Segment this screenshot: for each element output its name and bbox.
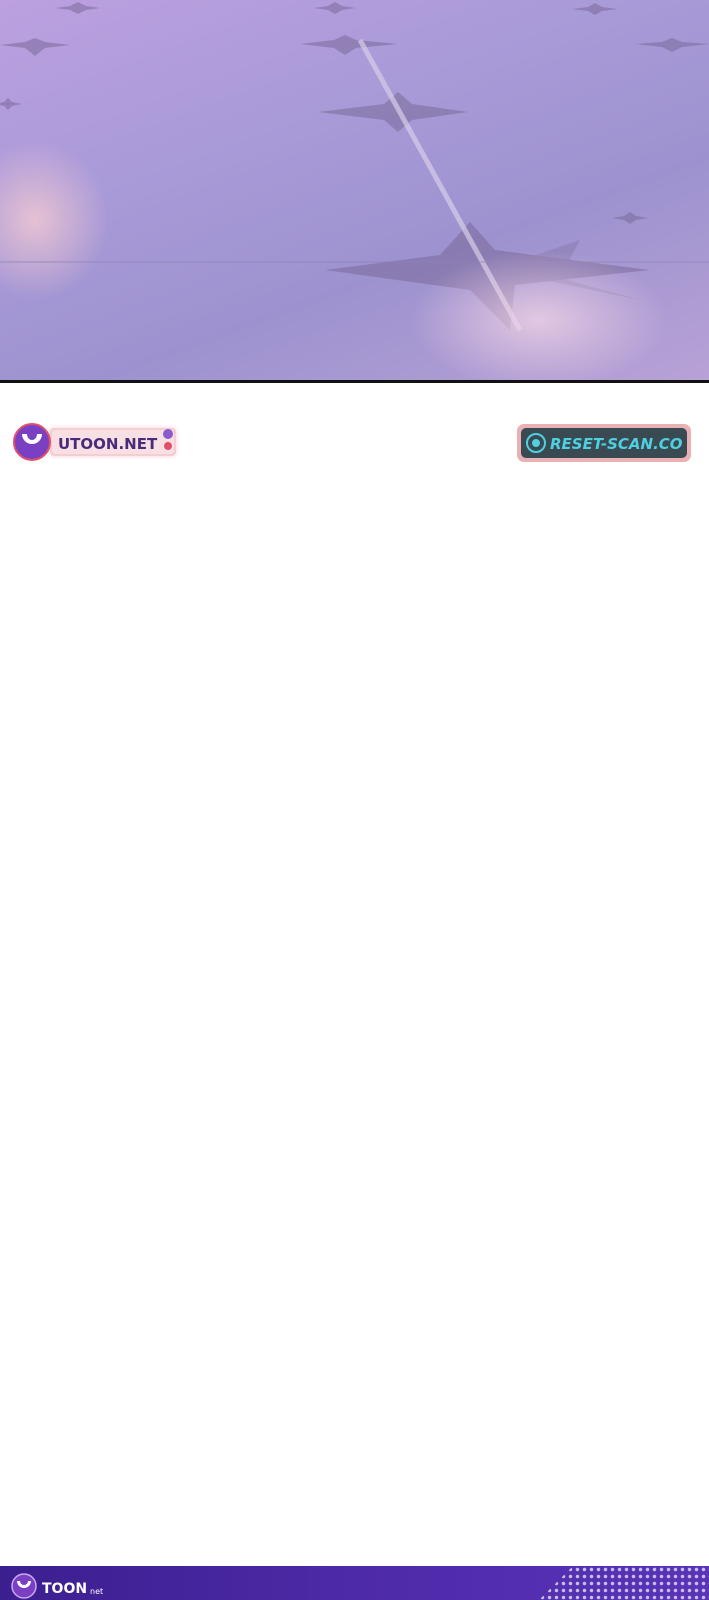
star-icon — [515, 240, 640, 300]
footer-banner: TOON net — [0, 1566, 709, 1600]
utoon-watermark-text: UTOON.NET — [58, 435, 158, 453]
star-icon — [572, 3, 618, 15]
floor-seam-line — [357, 38, 523, 332]
reset-scan-watermark-logo: RESET-SCAN.CO — [516, 423, 692, 463]
footer-logo-suffix: net — [90, 1587, 103, 1596]
star-icon — [635, 38, 709, 52]
reset-scan-watermark-text: RESET-SCAN.CO — [550, 435, 683, 453]
star-icon — [300, 35, 398, 55]
star-icon — [314, 2, 356, 14]
footer-utoon-logo: TOON net — [10, 1572, 130, 1600]
panel-border — [0, 380, 709, 383]
star-icon — [0, 38, 70, 56]
star-icon — [0, 98, 22, 110]
star-icon — [325, 222, 650, 330]
star-icon — [55, 2, 100, 14]
footer-dot-pattern — [539, 1566, 709, 1600]
comic-panel-starry-floor — [0, 0, 709, 382]
star-icon — [612, 212, 648, 224]
star-pattern — [0, 2, 709, 332]
utoon-watermark-logo: UTOON.NET — [10, 420, 180, 464]
footer-logo-text: TOON — [42, 1581, 87, 1597]
